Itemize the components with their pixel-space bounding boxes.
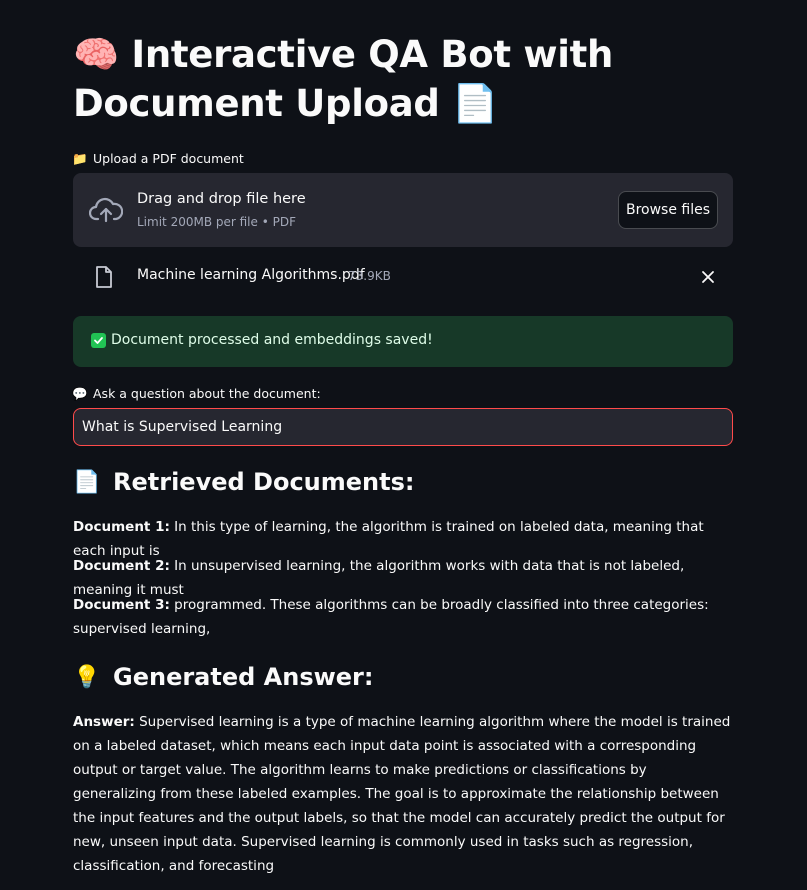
uploaded-file-row: Machine learning Algorithms.pdf 73.9KB xyxy=(73,258,733,296)
document-icon: 📄 xyxy=(452,82,498,125)
success-alert: Document processed and embeddings saved! xyxy=(73,316,733,367)
question-label: 💬 Ask a question about the document: xyxy=(72,386,321,402)
page-title: 🧠 Interactive QA Bot with Document Uploa… xyxy=(73,30,733,128)
answer-text: Supervised learning is a type of machine… xyxy=(73,714,731,874)
lightbulb-icon: 💡 xyxy=(73,664,101,690)
speech-bubble-icon: 💬 xyxy=(72,386,88,401)
file-icon xyxy=(96,266,112,288)
folder-icon: 📁 xyxy=(72,151,88,166)
document-label: Document 2: xyxy=(73,558,170,574)
page-title-text: Interactive QA Bot with Document Upload xyxy=(73,33,614,125)
uploaded-file-name: Machine learning Algorithms.pdf xyxy=(137,267,365,283)
answer-heading-text: Generated Answer: xyxy=(113,663,374,691)
retrieved-heading: 📄 Retrieved Documents: xyxy=(73,468,414,496)
answer-label: Answer: xyxy=(73,714,135,730)
browse-files-button[interactable]: Browse files xyxy=(618,191,718,229)
question-label-text: Ask a question about the document: xyxy=(93,386,321,401)
cloud-upload-icon xyxy=(89,197,123,223)
file-dropzone[interactable]: Drag and drop file here Limit 200MB per … xyxy=(73,173,733,247)
success-message: Document processed and embeddings saved! xyxy=(111,332,433,348)
upload-label: 📁 Upload a PDF document xyxy=(72,151,244,167)
retrieved-document-3: Document 3: programmed. These algorithms… xyxy=(73,593,733,641)
question-input[interactable] xyxy=(73,408,733,446)
uploaded-file-size: 73.9KB xyxy=(348,269,391,283)
answer-heading: 💡 Generated Answer: xyxy=(73,663,373,691)
document-icon: 📄 xyxy=(73,469,101,495)
upload-label-text: Upload a PDF document xyxy=(93,151,244,166)
app-page: 🧠 Interactive QA Bot with Document Uploa… xyxy=(0,0,807,890)
close-icon[interactable] xyxy=(698,267,718,287)
dropzone-title: Drag and drop file here xyxy=(137,191,306,207)
check-icon xyxy=(91,333,106,348)
document-label: Document 1: xyxy=(73,519,170,535)
generated-answer: Answer: Supervised learning is a type of… xyxy=(73,710,733,878)
retrieved-heading-text: Retrieved Documents: xyxy=(113,468,415,496)
dropzone-limit: Limit 200MB per file • PDF xyxy=(137,215,296,229)
document-label: Document 3: xyxy=(73,597,170,613)
brain-icon: 🧠 xyxy=(73,33,119,76)
